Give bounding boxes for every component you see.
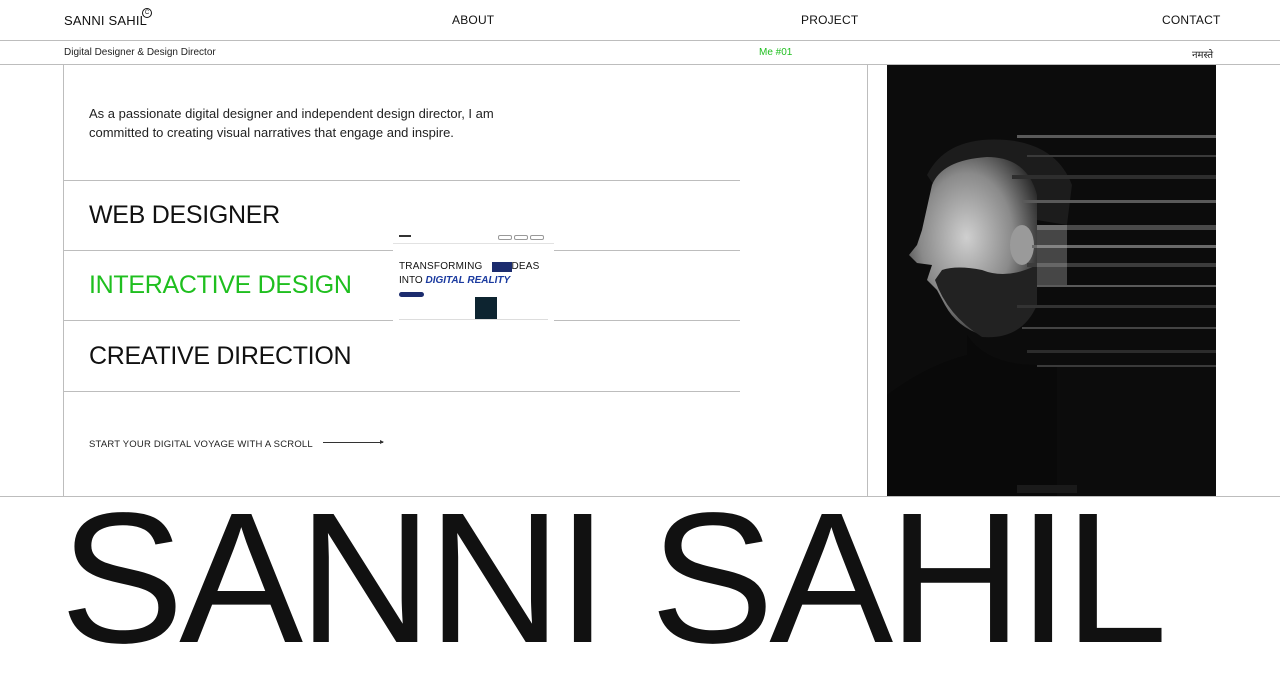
preview-rule xyxy=(393,243,554,244)
nav-about[interactable]: ABOUT xyxy=(452,13,494,27)
logo[interactable]: SANNI SAHIL xyxy=(64,13,147,28)
preview-nav-pill xyxy=(514,235,528,240)
portrait-photo xyxy=(887,65,1216,496)
preview-button xyxy=(399,292,424,297)
preview-logo xyxy=(399,235,411,237)
preview-headline-2: INTO DIGITAL REALITY xyxy=(399,275,511,286)
preview-nav-pill xyxy=(530,235,544,240)
preview-rule xyxy=(399,319,548,320)
nav-project[interactable]: PROJECT xyxy=(801,13,858,27)
arrow-right-icon xyxy=(323,440,384,444)
portrait-illustration xyxy=(887,135,1216,496)
role-divider xyxy=(64,180,740,181)
hero-name: SANNI SAHIL xyxy=(60,475,1168,682)
preview-headline-1: TRANSFORMING IDEAS xyxy=(399,261,540,272)
role-creative-direction[interactable]: CREATIVE DIRECTION xyxy=(89,342,352,371)
role-web-designer[interactable]: WEB DESIGNER xyxy=(89,201,280,230)
nav-contact[interactable]: CONTACT xyxy=(1162,13,1221,27)
preview-image-block xyxy=(492,262,512,272)
header-divider xyxy=(0,40,1280,41)
left-frame-line xyxy=(63,64,64,496)
preview-nav-pill xyxy=(498,235,512,240)
scroll-cta[interactable]: START YOUR DIGITAL VOYAGE WITH A SCROLL xyxy=(89,439,313,450)
greeting: नमस्ते xyxy=(1192,50,1214,61)
copyright-icon: C xyxy=(142,8,152,18)
intro-text: As a passionate digital designer and ind… xyxy=(89,106,494,140)
role-divider xyxy=(64,391,740,392)
preview-thumbnail xyxy=(475,297,497,319)
project-preview-card[interactable]: TRANSFORMING IDEAS INTO DIGITAL REALITY xyxy=(393,231,554,323)
section-counter: Me #01 xyxy=(759,47,793,58)
tagline: Digital Designer & Design Director xyxy=(64,47,216,58)
right-frame-line xyxy=(867,64,868,496)
role-interactive-design[interactable]: INTERACTIVE DESIGN xyxy=(89,271,352,300)
